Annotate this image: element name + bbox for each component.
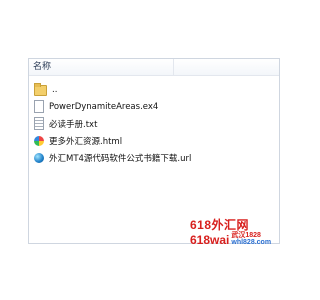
- file-icon: [34, 100, 44, 113]
- url-globe-icon: [34, 152, 44, 163]
- file-name: PowerDynamiteAreas.ex4: [49, 101, 159, 112]
- folder-up-icon: [34, 83, 47, 96]
- watermark-domain: whl828.com: [231, 239, 272, 246]
- file-name: 外汇MT4源代码软件公式书籍下载.url: [49, 153, 192, 164]
- file-name: 更多外汇资源.html: [49, 136, 123, 147]
- file-explorer-window: 名称 .. PowerDynamiteAreas.ex4 必读手册.txt 更多…: [28, 58, 280, 244]
- name-column-header[interactable]: 名称: [29, 59, 174, 75]
- file-row-txt[interactable]: 必读手册.txt: [29, 115, 279, 132]
- watermark-title: 618外汇网: [190, 218, 250, 232]
- watermark-city: 武汉1828: [231, 232, 261, 239]
- file-list: .. PowerDynamiteAreas.ex4 必读手册.txt 更多外汇资…: [29, 76, 279, 166]
- text-file-icon: [34, 117, 44, 130]
- file-name: 必读手册.txt: [49, 119, 98, 130]
- watermark-line2: 618wai 武汉1828 whl828.com: [190, 232, 280, 247]
- html-file-icon: [34, 135, 44, 146]
- site-watermark: 618外汇网 618wai 武汉1828 whl828.com: [190, 218, 280, 247]
- file-row-parent[interactable]: ..: [29, 81, 279, 98]
- file-name: ..: [52, 84, 58, 95]
- watermark-stack: 武汉1828 whl828.com: [231, 232, 271, 247]
- watermark-code: 618wai: [190, 233, 230, 247]
- file-row-html[interactable]: 更多外汇资源.html: [29, 132, 279, 149]
- file-row-url[interactable]: 外汇MT4源代码软件公式书籍下载.url: [29, 149, 279, 166]
- file-row-ex4[interactable]: PowerDynamiteAreas.ex4: [29, 98, 279, 115]
- column-header-bar: 名称: [29, 59, 279, 76]
